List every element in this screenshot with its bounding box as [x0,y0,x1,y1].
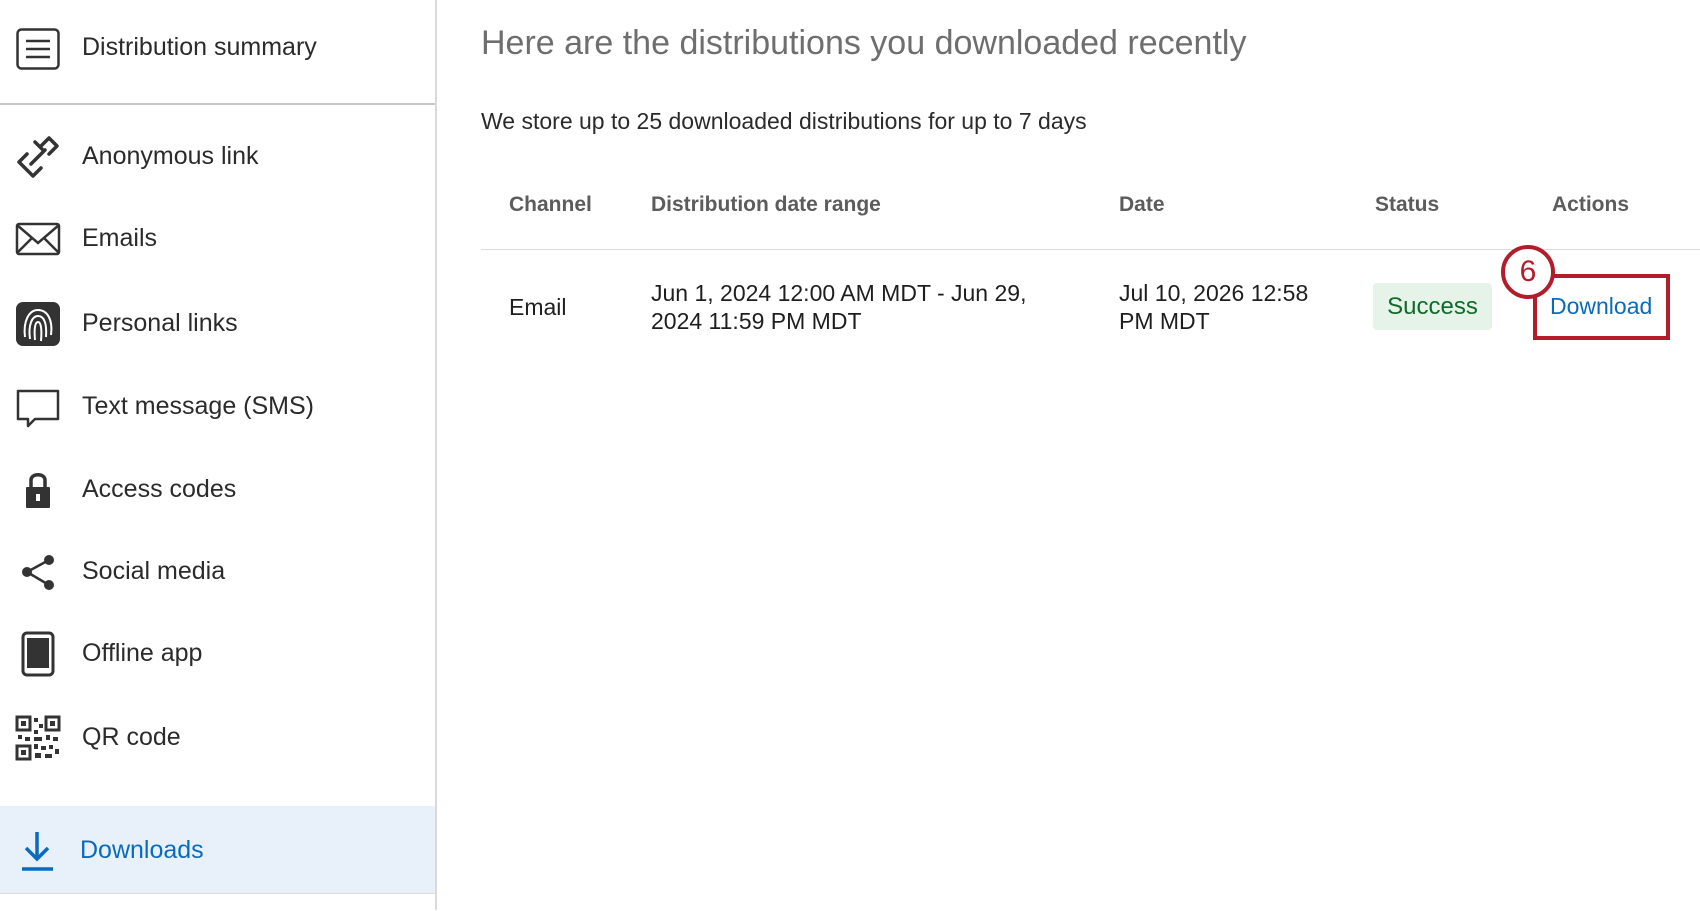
link-icon [15,134,61,180]
distribution-summary-item[interactable]: Distribution summary [0,0,435,105]
sidebar-item-personal-links[interactable]: Personal links [0,283,435,363]
sidebar-item-label: Offline app [82,639,203,667]
date-range-line-1: Jun 1, 2024 12:00 AM MDT - Jun 29, [651,280,1027,306]
main-content: Here are the distributions you downloade… [438,0,1700,910]
sidebar-item-label: Text message (SMS) [82,392,315,420]
date-line-2: PM MDT [1119,308,1210,334]
sidebar-item-access-codes[interactable]: Access codes [0,449,435,529]
column-header-channel: Channel [509,193,592,216]
sidebar-item-qr-code[interactable]: QR code [0,697,435,777]
envelope-icon [15,216,61,262]
lock-icon [15,467,61,513]
sidebar-item-offline-app[interactable]: Offline app [0,613,435,693]
sidebar-item-text-message[interactable]: Text message (SMS) [0,366,435,446]
status-badge: Success [1373,283,1492,330]
tablet-icon [15,631,61,677]
menu-list-icon [16,28,60,70]
sidebar-item-label: QR code [82,723,181,751]
sidebar: Distribution summary Anonymous link Emai… [0,0,437,910]
sidebar-item-label: Social media [82,557,226,585]
sidebar-item-anonymous-link[interactable]: Anonymous link [0,116,435,196]
sidebar-divider [0,893,435,911]
page-subtitle: We store up to 25 downloaded distributio… [481,108,1087,134]
chat-bubble-icon [15,384,61,430]
column-header-actions: Actions [1552,193,1630,216]
sidebar-item-label: Personal links [82,309,238,337]
column-header-status: Status [1375,193,1440,216]
date-range-line-2: 2024 11:59 PM MDT [651,308,862,334]
annotation-highlight-box [1533,274,1670,340]
sidebar-item-social-media[interactable]: Social media [0,531,435,611]
sidebar-item-label: Access codes [82,475,237,503]
page-title: Here are the distributions you downloade… [481,24,1247,62]
sidebar-item-label: Emails [82,224,158,252]
fingerprint-icon [15,301,61,347]
sidebar-item-emails[interactable]: Emails [0,198,435,278]
cell-date: Jul 10, 2026 12:58 PM MDT [1119,279,1308,335]
cell-channel: Email [509,294,567,320]
sidebar-item-downloads[interactable]: Downloads [0,806,435,893]
sidebar-item-label: Anonymous link [82,142,259,170]
distribution-summary-label: Distribution summary [82,33,317,61]
date-line-1: Jul 10, 2026 12:58 [1119,280,1309,306]
share-icon [15,549,61,595]
qr-code-icon [15,715,61,761]
download-icon [15,828,61,874]
step-number-badge: 6 [1501,245,1555,299]
cell-date-range: Jun 1, 2024 12:00 AM MDT - Jun 29, 2024 … [651,279,1026,335]
sidebar-item-label: Downloads [80,836,204,864]
column-header-date-range: Distribution date range [651,193,881,216]
column-header-date: Date [1119,193,1165,216]
